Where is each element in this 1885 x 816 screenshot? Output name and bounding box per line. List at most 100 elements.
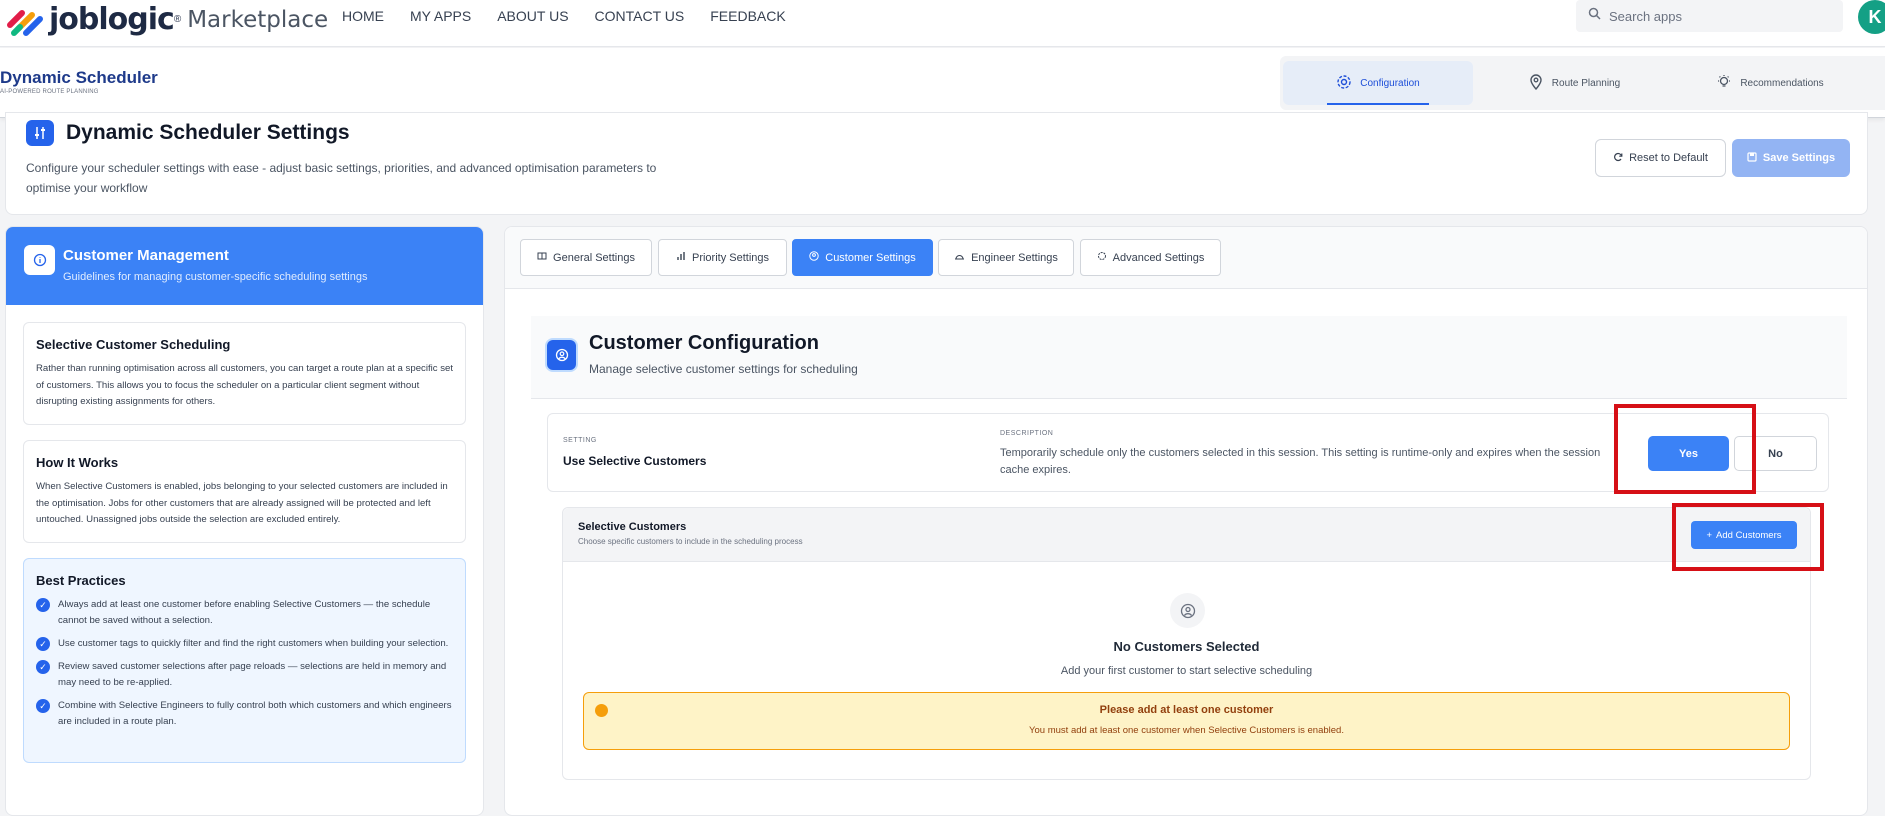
search-placeholder: Search apps [1609,8,1682,24]
user-circle-icon [809,251,819,264]
setting-description: Temporarily schedule only the customers … [1000,447,1601,476]
best-practices-title: Best Practices [36,573,126,588]
nav-feedback[interactable]: FEEDBACK [710,8,785,24]
tab-configuration[interactable]: Configuration [1283,61,1473,105]
warning-body: You must add at least one customer when … [1029,725,1344,736]
setting-caption: SETTING [563,437,597,444]
page-description: Configure your scheduler settings with e… [26,161,657,195]
brand-name: joblogic [49,2,175,37]
tab-recommendations-label: Recommendations [1740,77,1824,89]
warning-alert: Please add at least one customer You mus… [583,692,1790,750]
empty-state-title: No Customers Selected [1113,639,1260,654]
app-title: Dynamic Scheduler [0,68,158,87]
nav-my-apps[interactable]: MY APPS [410,8,471,24]
tab-label: Priority Settings [691,251,770,264]
nav-about-us[interactable]: ABOUT US [497,8,568,24]
warning-title: Please add at least one customer [1099,704,1274,716]
tab-engineer-settings[interactable]: Engineer Settings [938,239,1074,276]
check-circle-icon: ✓ [36,637,50,651]
best-practice-item: ✓ Combine with Selective Engineers to fu… [36,698,453,730]
nav-contact-us[interactable]: CONTACT US [595,8,685,24]
guide-panel: Customer Management Guidelines for manag… [5,226,484,816]
selective-customers-title: Selective Customers [578,521,687,533]
best-practice-text: Use customer tags to quickly filter and … [58,638,449,649]
settings-panel: General Settings Priority Settings Custo… [504,226,1868,816]
save-settings-button[interactable]: Save Settings [1732,139,1850,177]
best-practice-item: ✓ Always add at least one customer befor… [36,597,453,629]
cog-icon [1097,251,1107,264]
best-practice-item: ✓ Use customer tags to quickly filter an… [36,636,453,652]
sliders-icon [26,120,54,146]
save-label: Save Settings [1762,152,1836,164]
book-icon [537,251,547,264]
best-practice-text: Combine with Selective Engineers to full… [58,700,452,727]
section-subtitle: Manage selective customer settings for s… [589,362,858,376]
best-practice-text: Review saved customer selections after p… [58,661,447,688]
tab-configuration-label: Configuration [1360,77,1420,89]
tab-label: Customer Settings [825,251,916,264]
tab-priority-settings[interactable]: Priority Settings [658,239,787,276]
user-placeholder-icon [1170,593,1205,628]
settings-tabs: General Settings Priority Settings Custo… [505,227,1867,289]
highlight-add-customers-button [1672,503,1824,571]
best-practice-item: ✓ Review saved customer selections after… [36,659,453,691]
tab-label: Engineer Settings [971,251,1058,264]
app-header: Dynamic Scheduler AI-POWERED ROUTE PLANN… [0,48,1885,118]
guide-subtitle: Guidelines for managing customer-specifi… [63,271,368,283]
registered-mark: ® [173,14,182,25]
tab-label: General Settings [553,251,635,264]
setting-label: Use Selective Customers [563,454,707,468]
guide-card-title: How It Works [36,455,119,470]
page-title: Dynamic Scheduler Settings [66,121,350,144]
brand-product: Marketplace [187,6,329,33]
user-circle-icon [547,340,576,370]
tab-route-planning[interactable]: Route Planning [1479,61,1669,105]
description-caption: DESCRIPTION [1000,430,1054,437]
reset-to-default-button[interactable]: Reset to Default [1595,139,1726,177]
guide-card-selective-scheduling: Selective Customer Scheduling Rather tha… [23,322,466,425]
joblogic-logo-mark-icon [6,3,46,37]
tab-general-settings[interactable]: General Settings [520,239,652,276]
check-circle-icon: ✓ [36,598,50,612]
guide-title: Customer Management [63,247,229,264]
mode-tabs: Configuration Route Planning Recommendat… [1280,56,1885,110]
best-practice-text: Always add at least one customer before … [58,599,431,626]
bar-chart-icon [676,251,686,264]
selective-customers-box: Selective Customers Choose specific cust… [562,507,1811,780]
check-circle-icon: ✓ [36,660,50,674]
selective-customers-header: Selective Customers Choose specific cust… [563,508,1810,562]
search-input[interactable]: Search apps [1576,0,1843,32]
selective-customers-subtitle: Choose specific customers to include in … [578,537,803,546]
guide-card-best-practices: Best Practices ✓ Always add at least one… [23,558,466,763]
tab-label: Advanced Settings [1112,251,1205,264]
customer-configuration-header: Customer Configuration Manage selective … [531,316,1847,399]
lightbulb-icon [1716,74,1732,93]
section-title: Customer Configuration [589,332,819,354]
gear-icon [1336,74,1352,93]
refresh-icon [1613,152,1623,165]
guide-header: Customer Management Guidelines for manag… [6,227,483,305]
search-icon [1588,7,1601,25]
hard-hat-icon [954,251,965,264]
save-icon [1747,151,1757,165]
nav-home[interactable]: HOME [342,8,384,24]
top-navigation: joblogic ® Marketplace HOME MY APPS ABOUT… [0,0,1885,47]
guide-card-how-it-works: How It Works When Selective Customers is… [23,440,466,543]
tab-route-planning-label: Route Planning [1551,77,1621,89]
guide-card-title: Selective Customer Scheduling [36,337,231,352]
highlight-yes-button [1614,404,1756,494]
tab-customer-settings[interactable]: Customer Settings [792,239,933,276]
check-circle-icon: ✓ [36,699,50,713]
reset-label: Reset to Default [1629,152,1708,164]
tab-advanced-settings[interactable]: Advanced Settings [1080,239,1221,276]
tab-recommendations[interactable]: Recommendations [1675,61,1865,105]
main-menu: HOME MY APPS ABOUT US CONTACT US FEEDBAC… [342,8,812,24]
joblogic-logo[interactable]: joblogic ® Marketplace [6,2,328,37]
settings-header: Dynamic Scheduler Settings Configure you… [5,112,1868,215]
info-icon [24,245,55,275]
guide-card-body: When Selective Customers is enabled, job… [36,481,448,525]
empty-state-subtitle: Add your first customer to start selecti… [1060,665,1313,677]
user-avatar[interactable]: K [1858,0,1885,34]
map-pin-icon [1528,73,1544,93]
app-subtitle: AI-POWERED ROUTE PLANNING [0,89,99,95]
